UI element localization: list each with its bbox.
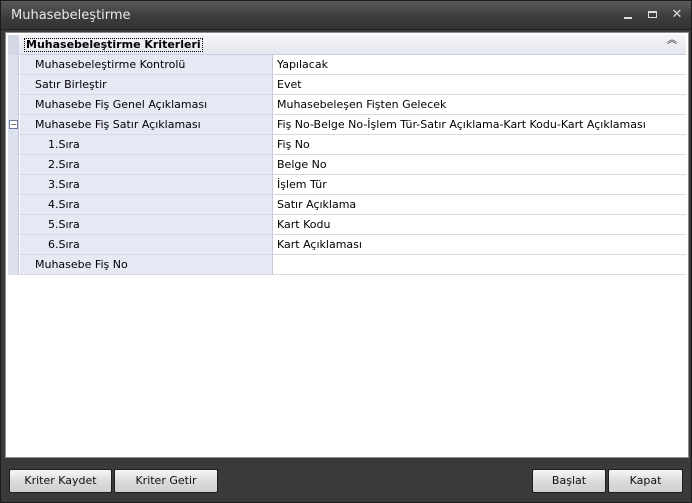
property-value[interactable]: Yapılacak <box>274 55 686 74</box>
row-indent <box>8 215 19 235</box>
collapse-chevron-up-icon[interactable]: ︽ <box>666 36 678 51</box>
property-value[interactable]: Kart Açıklaması <box>274 235 686 254</box>
minimize-icon <box>624 17 632 19</box>
property-row-genel-aciklama[interactable]: Muhasebe Fiş Genel Açıklaması Muhasebele… <box>8 95 686 115</box>
row-indent <box>8 95 19 115</box>
property-value[interactable]: Evet <box>274 75 686 94</box>
row-indent <box>8 135 19 155</box>
property-value[interactable]: Belge No <box>274 155 686 174</box>
button-bar: Kriter Kaydet Kriter Getir Başlat Kapat <box>1 461 691 502</box>
row-indent <box>8 255 19 275</box>
property-value[interactable]: Kart Kodu <box>274 215 686 234</box>
title-bar[interactable]: Muhasebeleştirme ✕ <box>1 1 691 30</box>
property-label: Muhasebeleştirme Kontrolü <box>20 55 273 74</box>
property-value[interactable] <box>274 255 686 274</box>
property-label: 3.Sıra <box>20 175 273 194</box>
muhasebelestirme-window: Muhasebeleştirme ✕ Muhasebeleştirme Krit… <box>0 0 692 503</box>
category-row[interactable]: Muhasebeleştirme Kriterleri ︽ <box>8 35 686 55</box>
property-label: 6.Sıra <box>20 235 273 254</box>
property-row-sira-5[interactable]: 5.Sıra Kart Kodu <box>8 215 686 235</box>
property-label: Muhasebe Fiş No <box>20 255 273 274</box>
row-indent <box>8 195 19 215</box>
property-label: Muhasebe Fiş Satır Açıklaması <box>20 115 273 134</box>
window-title: Muhasebeleştirme <box>11 8 131 23</box>
property-label: 5.Sıra <box>20 215 273 234</box>
close-button[interactable]: Kapat <box>608 469 683 493</box>
property-row-sira-2[interactable]: 2.Sıra Belge No <box>8 155 686 175</box>
property-row-sira-3[interactable]: 3.Sıra İşlem Tür <box>8 175 686 195</box>
row-indent: − <box>8 115 19 135</box>
property-row-kontrol[interactable]: Muhasebeleştirme Kontrolü Yapılacak <box>8 55 686 75</box>
row-indent <box>8 55 19 75</box>
property-grid: Muhasebeleştirme Kriterleri ︽ Muhasebele… <box>8 35 686 275</box>
property-row-satir-aciklama[interactable]: − Muhasebe Fiş Satır Açıklaması Fiş No-B… <box>8 115 686 135</box>
property-grid-panel: Muhasebeleştirme Kriterleri ︽ Muhasebele… <box>5 32 689 458</box>
close-icon: ✕ <box>671 7 683 22</box>
property-value[interactable]: Satır Açıklama <box>274 195 686 214</box>
save-criteria-button[interactable]: Kriter Kaydet <box>9 469 112 493</box>
row-indent <box>8 155 19 175</box>
collapse-minus-icon[interactable]: − <box>9 120 18 129</box>
property-row-sira-6[interactable]: 6.Sıra Kart Açıklaması <box>8 235 686 255</box>
property-row-fis-no[interactable]: Muhasebe Fiş No <box>8 255 686 275</box>
property-value[interactable]: Fiş No <box>274 135 686 154</box>
close-window-button[interactable]: ✕ <box>668 7 686 23</box>
property-value[interactable]: Muhasebeleşen Fişten Gelecek <box>274 95 686 114</box>
property-label: 1.Sıra <box>20 135 273 154</box>
start-button[interactable]: Başlat <box>532 469 606 493</box>
minimize-button[interactable] <box>619 7 637 23</box>
row-indent <box>8 235 19 255</box>
property-label: Satır Birleştir <box>20 75 273 94</box>
row-indent <box>8 175 19 195</box>
property-label: 4.Sıra <box>20 195 273 214</box>
property-label: 2.Sıra <box>20 155 273 174</box>
maximize-icon <box>648 11 657 18</box>
property-row-sira-4[interactable]: 4.Sıra Satır Açıklama <box>8 195 686 215</box>
category-indent <box>8 35 19 55</box>
maximize-button[interactable] <box>644 7 662 23</box>
property-label: Muhasebe Fiş Genel Açıklaması <box>20 95 273 114</box>
property-row-satir-birlestir[interactable]: Satır Birleştir Evet <box>8 75 686 95</box>
property-row-sira-1[interactable]: 1.Sıra Fiş No <box>8 135 686 155</box>
property-value[interactable]: Fiş No-Belge No-İşlem Tür-Satır Açıklama… <box>274 115 686 134</box>
load-criteria-button[interactable]: Kriter Getir <box>114 469 218 493</box>
property-value[interactable]: İşlem Tür <box>274 175 686 194</box>
row-indent <box>8 75 19 95</box>
category-title: Muhasebeleştirme Kriterleri <box>24 38 203 52</box>
